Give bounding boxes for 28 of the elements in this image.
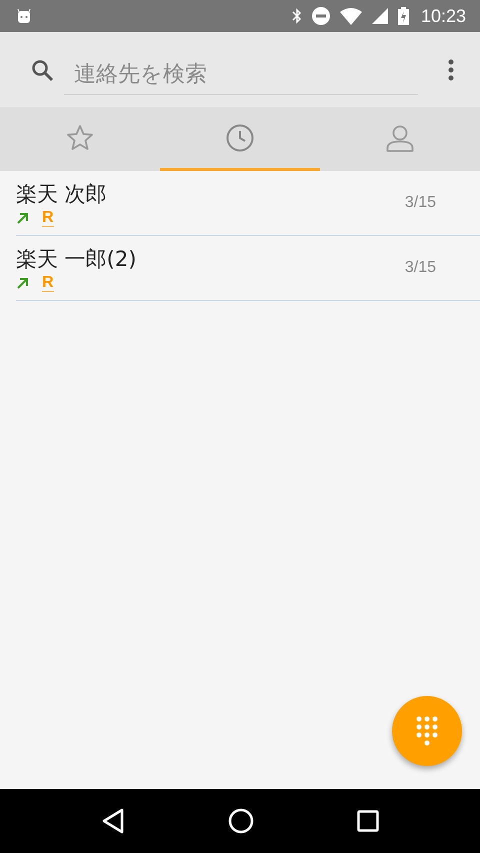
search-icon[interactable] xyxy=(30,58,54,82)
outgoing-call-icon xyxy=(16,276,30,290)
call-log-item[interactable]: 楽天 一郎(2) R 3/15 xyxy=(16,236,480,301)
do-not-disturb-icon xyxy=(312,7,330,25)
wifi-icon xyxy=(340,8,362,24)
android-icon xyxy=(16,8,32,24)
more-options-icon[interactable] xyxy=(448,58,454,80)
clock-icon xyxy=(226,124,254,152)
back-icon[interactable] xyxy=(101,808,126,834)
clock-time: 10:23 xyxy=(420,6,466,26)
signal-icon xyxy=(372,8,388,24)
service-mark: R xyxy=(42,274,54,292)
call-log-item[interactable]: 楽天 次郎 R 3/15 xyxy=(16,171,480,236)
dialpad-icon xyxy=(416,716,438,746)
search-bar[interactable]: 連絡先を検索 xyxy=(0,32,480,107)
person-icon xyxy=(386,124,414,152)
battery-charging-icon xyxy=(398,7,409,25)
star-icon xyxy=(66,124,94,152)
recents-icon[interactable] xyxy=(356,810,379,832)
call-date: 3/15 xyxy=(404,194,436,212)
outgoing-call-icon xyxy=(16,211,30,225)
contact-name: 楽天 次郎 xyxy=(16,180,108,208)
call-date: 3/15 xyxy=(404,259,436,277)
search-field[interactable]: 連絡先を検索 xyxy=(64,54,418,95)
service-mark: R xyxy=(42,210,54,226)
bluetooth-icon xyxy=(292,8,302,24)
contact-name: 楽天 一郎(2) xyxy=(16,246,138,272)
home-icon[interactable] xyxy=(228,808,254,834)
